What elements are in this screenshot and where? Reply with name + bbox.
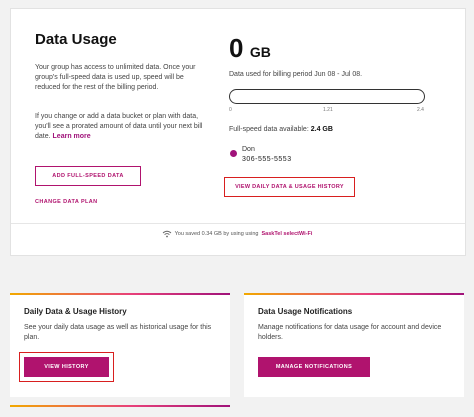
wifi-savings-text: You saved 0.34 GB by using using — [174, 231, 259, 237]
notifications-card-description: Manage notifications for data usage for … — [258, 324, 442, 341]
history-card-title: Daily Data & Usage History — [24, 307, 127, 316]
view-daily-usage-history-link[interactable]: VIEW DAILY DATA & USAGE HISTORY — [224, 177, 355, 197]
data-used-unit: GB — [249, 44, 271, 60]
daily-usage-history-card: Daily Data & Usage History See your dail… — [10, 293, 230, 397]
billing-period-text: Data used for billing period Jun 08 - Ju… — [229, 71, 363, 78]
usage-progress-bar — [229, 89, 425, 104]
manage-notifications-button[interactable]: MANAGE NOTIFICATIONS — [258, 357, 370, 377]
view-history-button[interactable]: VIEW HISTORY — [24, 357, 109, 377]
data-usage-card: Data Usage Your group has access to unli… — [10, 8, 466, 256]
card-accent-line — [244, 293, 464, 295]
history-card-description: See your daily data usage as well as his… — [24, 324, 212, 341]
full-speed-label: Full-speed data available: — [229, 126, 309, 133]
full-speed-value: 2.4 GB — [310, 126, 333, 133]
divider — [11, 223, 465, 224]
user-phone: 306-555-5553 — [242, 156, 292, 163]
notifications-card-title: Data Usage Notifications — [258, 307, 353, 316]
add-full-speed-data-button[interactable]: ADD FULL-SPEED DATA — [35, 166, 141, 186]
card-accent-line — [10, 293, 230, 295]
progress-tick-end: 2.4 — [417, 107, 424, 113]
full-speed-available: Full-speed data available: 2.4 GB — [229, 126, 333, 133]
progress-tick-start: 0 — [229, 107, 232, 113]
data-used-amount: 0 GB — [229, 33, 271, 64]
wifi-brand-link[interactable]: SaskTel selectWi-Fi — [261, 231, 312, 237]
wifi-savings-row: You saved 0.34 GB by using using SaskTel… — [0, 230, 474, 238]
progress-tick-mid: 1.21 — [323, 107, 333, 113]
page-title: Data Usage — [35, 31, 117, 48]
group-description: Your group has access to unlimited data.… — [35, 64, 196, 91]
next-card-accent-line — [10, 405, 230, 407]
wifi-icon — [162, 230, 171, 238]
change-data-plan-link[interactable]: CHANGE DATA PLAN — [35, 199, 98, 205]
learn-more-link[interactable]: Learn more — [53, 133, 91, 140]
user-color-dot-icon — [230, 150, 237, 157]
prorate-description: If you change or add a data bucket or pl… — [35, 112, 205, 142]
usage-notifications-card: Data Usage Notifications Manage notifica… — [244, 293, 464, 397]
user-name: Don — [242, 146, 255, 153]
data-used-value: 0 — [229, 33, 244, 63]
